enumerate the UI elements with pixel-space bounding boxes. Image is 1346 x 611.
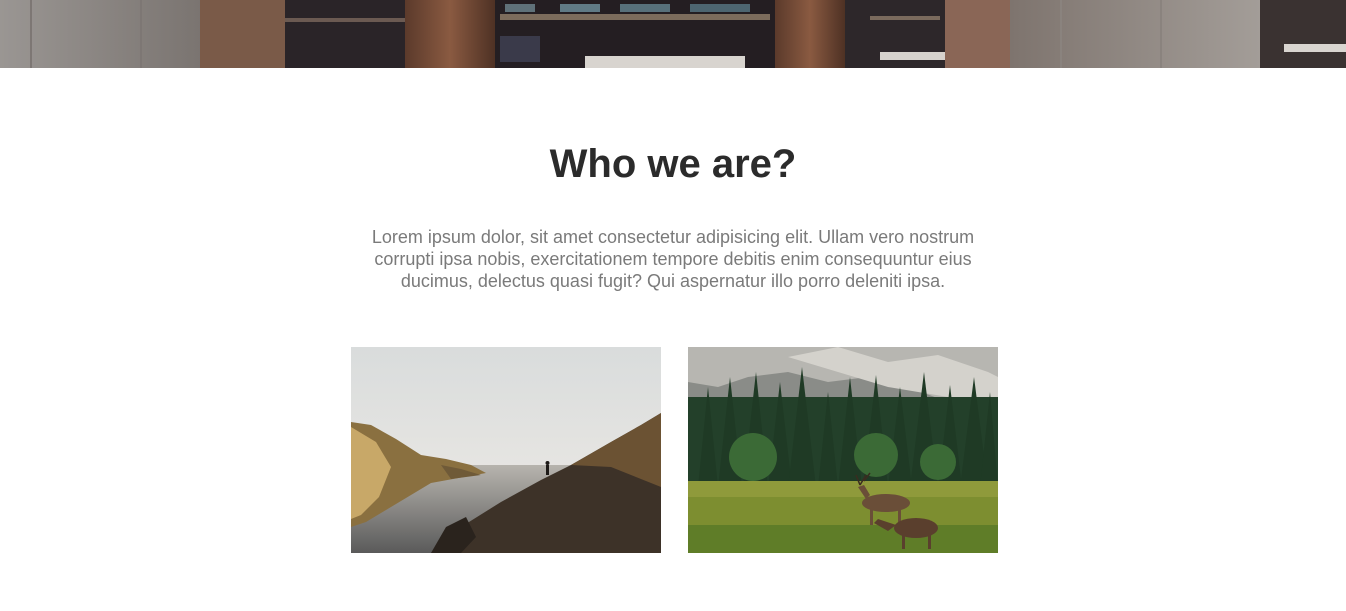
restaurant-interior-photo — [0, 0, 1346, 68]
header-banner-image — [0, 0, 1346, 68]
gallery-image-forest — [688, 347, 998, 553]
section-description: Lorem ipsum dolor, sit amet consectetur … — [371, 227, 975, 291]
gallery-image-coast — [351, 347, 661, 553]
forest-meadow-deer-photo — [688, 347, 998, 553]
coastal-cliff-hiker-photo — [351, 347, 661, 553]
about-section: Who we are? Lorem ipsum dolor, sit amet … — [0, 68, 1346, 611]
section-title: Who we are? — [549, 142, 797, 186]
